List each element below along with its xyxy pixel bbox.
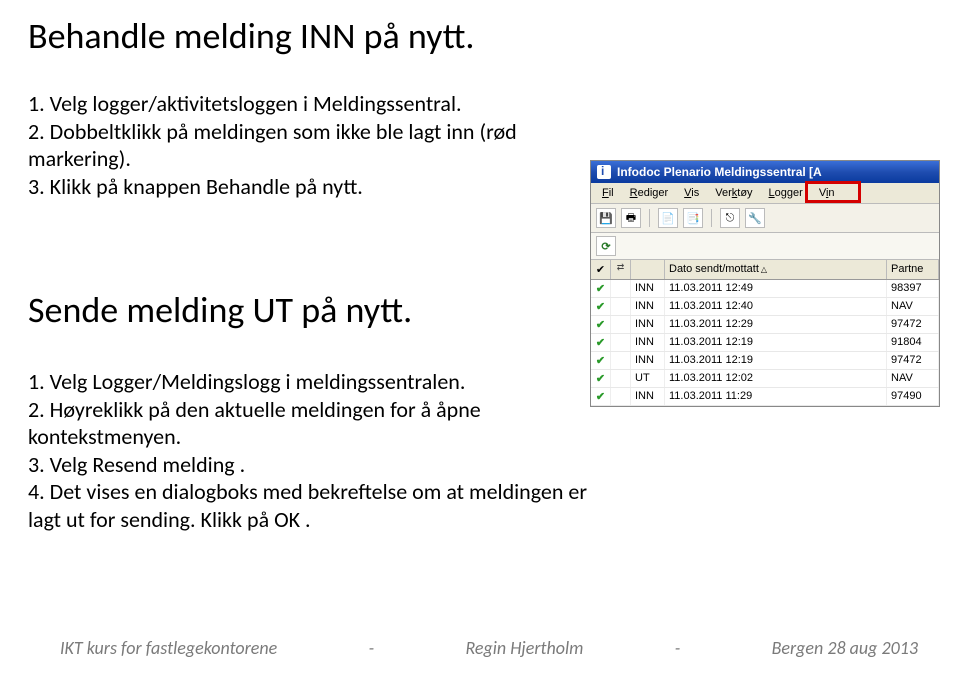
dir-cell [611, 280, 631, 297]
view2-icon[interactable]: 📑 [683, 208, 703, 228]
table-row[interactable]: ✔ INN 11.03.2011 12:19 97472 [591, 352, 939, 370]
app-icon [597, 165, 611, 179]
col-direction-icon[interactable]: ⇄ [611, 260, 631, 279]
highlight-box [805, 181, 861, 203]
table-row[interactable]: ✔ INN 11.03.2011 12:19 91804 [591, 334, 939, 352]
check-icon: ✔ [591, 370, 611, 387]
check-icon: ✔ [591, 280, 611, 297]
app-window: Infodoc Plenario Meldingssentral [A Fil … [590, 160, 940, 407]
partner-cell: 97472 [887, 316, 939, 333]
list1-item1: 1. Velg logger/aktivitetsloggen i Meldin… [28, 90, 588, 118]
toolbar2: ⟳ [591, 233, 939, 260]
menu-rediger[interactable]: Rediger [623, 186, 676, 200]
table-row[interactable]: ✔ INN 11.03.2011 12:49 98397 [591, 280, 939, 298]
list-behandle-inn: 1. Velg logger/aktivitetsloggen i Meldin… [28, 90, 588, 200]
dir-text: INN [631, 388, 665, 405]
footer-mid: Regin Hjertholm [465, 637, 583, 659]
partner-cell: 97490 [887, 388, 939, 405]
footer-sep2: - [675, 637, 681, 659]
menu-verktoy[interactable]: Verktøy [708, 186, 759, 200]
heading-behandle-inn: Behandle melding INN på nytt. [28, 14, 588, 58]
separator [649, 209, 650, 227]
print-icon[interactable]: 🖶 [621, 208, 641, 228]
dir-text: INN [631, 352, 665, 369]
date-cell: 11.03.2011 12:40 [665, 298, 887, 315]
partner-cell: 91804 [887, 334, 939, 351]
dir-cell [611, 316, 631, 333]
date-cell: 11.03.2011 12:19 [665, 334, 887, 351]
menu-fil[interactable]: Fil [595, 186, 621, 200]
col-partner[interactable]: Partne [887, 260, 939, 279]
footer-sep1: - [369, 637, 375, 659]
list2-item4: 4. Det vises en dialogboks med bekreftel… [28, 478, 588, 533]
col-dato-text: Dato sendt/mottatt [669, 263, 759, 275]
table-row[interactable]: ✔ INN 11.03.2011 12:29 97472 [591, 316, 939, 334]
check-icon: ✔ [591, 388, 611, 405]
menubar: Fil Rediger Vis Verktøy Logger Vin [591, 183, 939, 204]
date-cell: 11.03.2011 12:19 [665, 352, 887, 369]
check-icon: ✔ [591, 316, 611, 333]
check-icon: ✔ [591, 352, 611, 369]
table-header: ✔ ⇄ Dato sendt/mottatt△ Partne [591, 260, 939, 280]
table-row[interactable]: ✔ INN 11.03.2011 11:29 97490 [591, 388, 939, 406]
list1-item3: 3. Klikk på knappen Behandle på nytt. [28, 173, 588, 201]
titlebar: Infodoc Plenario Meldingssentral [A [591, 161, 939, 183]
list-sende-ut: 1. Velg Logger/Meldingslogg i meldingsse… [28, 368, 588, 533]
dir-text: INN [631, 334, 665, 351]
col-status[interactable]: ✔ [591, 260, 611, 279]
dir-text: INN [631, 316, 665, 333]
dir-cell [611, 388, 631, 405]
date-cell: 11.03.2011 12:02 [665, 370, 887, 387]
tool-icon[interactable]: 🔧 [745, 208, 765, 228]
partner-cell: NAV [887, 298, 939, 315]
view1-icon[interactable]: 📄 [658, 208, 678, 228]
toolbar: 💾 🖶 📄 📑 ⎋ 🔧 [591, 204, 939, 233]
dir-text: INN [631, 280, 665, 297]
partner-cell: NAV [887, 370, 939, 387]
check-icon: ✔ [591, 298, 611, 315]
table-row[interactable]: ✔ UT 11.03.2011 12:02 NAV [591, 370, 939, 388]
footer-left: IKT kurs for fastlegekontorene [60, 637, 277, 659]
sort-asc-icon: △ [761, 265, 767, 274]
save-icon[interactable]: 💾 [596, 208, 616, 228]
date-cell: 11.03.2011 12:29 [665, 316, 887, 333]
dir-text: UT [631, 370, 665, 387]
list1-item2: 2. Dobbeltklikk på meldingen som ikke bl… [28, 118, 588, 173]
menu-vis[interactable]: Vis [677, 186, 706, 200]
separator [711, 209, 712, 227]
list2-item2: 2. Høyreklikk på den aktuelle meldingen … [28, 396, 588, 451]
footer-right: Bergen 28 aug 2013 [772, 637, 918, 659]
shortcut-icon[interactable]: ⎋ [720, 208, 740, 228]
dir-cell [611, 298, 631, 315]
date-cell: 11.03.2011 11:29 [665, 388, 887, 405]
heading-sende-ut: Sende melding UT på nytt. [28, 288, 588, 332]
date-cell: 11.03.2011 12:49 [665, 280, 887, 297]
menu-logger[interactable]: Logger [762, 186, 810, 200]
partner-cell: 97472 [887, 352, 939, 369]
dir-text: INN [631, 298, 665, 315]
dir-cell [611, 370, 631, 387]
dir-cell [611, 352, 631, 369]
table-row[interactable]: ✔ INN 11.03.2011 12:40 NAV [591, 298, 939, 316]
list2-item1: 1. Velg Logger/Meldingslogg i meldingsse… [28, 368, 588, 396]
col-direction[interactable] [631, 260, 665, 279]
check-icon: ✔ [591, 334, 611, 351]
dir-cell [611, 334, 631, 351]
col-dato[interactable]: Dato sendt/mottatt△ [665, 260, 887, 279]
partner-cell: 98397 [887, 280, 939, 297]
refresh-icon[interactable]: ⟳ [596, 236, 616, 256]
footer: IKT kurs for fastlegekontorene - Regin H… [0, 637, 960, 659]
list2-item3: 3. Velg Resend melding . [28, 451, 588, 479]
window-title: Infodoc Plenario Meldingssentral [A [617, 165, 822, 179]
